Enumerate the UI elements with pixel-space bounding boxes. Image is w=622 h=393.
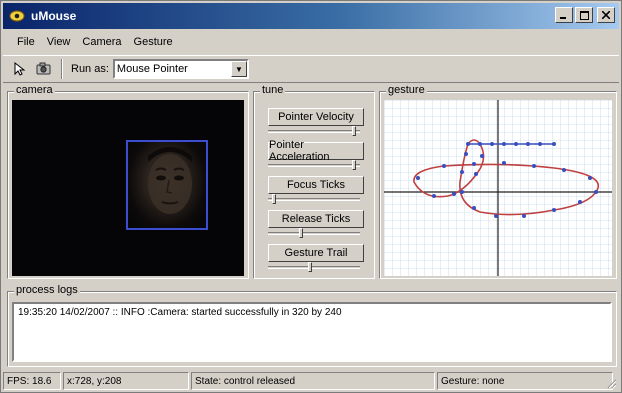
gesture-group: gesture bbox=[379, 84, 617, 279]
camera-group: camera bbox=[7, 84, 249, 279]
release-ticks-track bbox=[268, 232, 360, 235]
release-ticks-control: Release Ticks bbox=[260, 210, 370, 242]
gesture-plot bbox=[384, 100, 612, 276]
gesture-trail-control: Gesture Trail bbox=[260, 244, 370, 276]
release-ticks-label: Release Ticks bbox=[281, 213, 351, 225]
close-button[interactable] bbox=[597, 7, 615, 23]
pointer-velocity-control: Pointer Velocity bbox=[260, 108, 370, 140]
camera-tool-button[interactable] bbox=[33, 58, 55, 80]
menu-gesture[interactable]: Gesture bbox=[128, 34, 179, 50]
focus-ticks-control: Focus Ticks bbox=[260, 176, 370, 208]
pointer-acceleration-control: Pointer Acceleration bbox=[260, 139, 370, 174]
focus-ticks-label: Focus Ticks bbox=[286, 179, 346, 191]
run-as-select[interactable]: Mouse Pointer ▼ bbox=[112, 59, 249, 79]
release-ticks-thumb[interactable] bbox=[298, 228, 303, 238]
process-logs-group: process logs 19:35:20 14/02/2007 :: INFO… bbox=[7, 284, 617, 367]
pointer-tool-button[interactable] bbox=[9, 58, 31, 80]
toolbar: Run as: Mouse Pointer ▼ bbox=[3, 55, 619, 83]
title-bar[interactable]: uMouse bbox=[3, 3, 619, 29]
tune-group: tune Pointer Velocity Pointer Accelerati… bbox=[253, 84, 375, 279]
gesture-trail-track bbox=[268, 266, 360, 269]
coords-status: x:728, y:208 bbox=[63, 372, 189, 390]
fps-status: FPS: 18.6 bbox=[3, 372, 61, 390]
window-controls bbox=[555, 7, 615, 23]
gesture-trail-button[interactable]: Gesture Trail bbox=[268, 244, 364, 262]
face-image bbox=[148, 147, 192, 214]
window-title: uMouse bbox=[31, 9, 77, 23]
resize-grip-icon[interactable] bbox=[605, 377, 617, 389]
app-window: uMouse File View Camera Gesture Run as: … bbox=[0, 0, 622, 393]
toolbar-separator bbox=[61, 59, 63, 79]
pointer-acceleration-button[interactable]: Pointer Acceleration bbox=[268, 139, 364, 163]
face-tracking-box bbox=[126, 140, 208, 230]
focus-ticks-button[interactable]: Focus Ticks bbox=[268, 176, 364, 194]
tune-group-label: tune bbox=[260, 84, 286, 96]
maximize-button[interactable] bbox=[575, 7, 593, 23]
log-entry: 19:35:20 14/02/2007 :: INFO :Camera: sta… bbox=[18, 307, 342, 318]
pointer-acceleration-thumb[interactable] bbox=[351, 160, 356, 170]
eye-icon bbox=[9, 9, 25, 23]
menu-bar: File View Camera Gesture bbox=[3, 31, 619, 53]
pointer-velocity-label: Pointer Velocity bbox=[278, 111, 354, 123]
menu-view[interactable]: View bbox=[41, 34, 77, 50]
process-logs-label: process logs bbox=[14, 284, 80, 296]
gesture-trail-label: Gesture Trail bbox=[284, 247, 348, 259]
log-textarea[interactable]: 19:35:20 14/02/2007 :: INFO :Camera: sta… bbox=[12, 302, 612, 362]
state-status: State: control released bbox=[191, 372, 435, 390]
focus-ticks-track bbox=[268, 198, 360, 201]
pointer-acceleration-track bbox=[268, 164, 360, 167]
camera-view bbox=[12, 100, 244, 276]
pointer-velocity-thumb[interactable] bbox=[351, 126, 356, 136]
gesture-status: Gesture: none bbox=[437, 372, 613, 390]
pointer-velocity-button[interactable]: Pointer Velocity bbox=[268, 108, 364, 126]
run-as-value: Mouse Pointer bbox=[116, 63, 188, 75]
minimize-button[interactable] bbox=[555, 7, 573, 23]
release-ticks-button[interactable]: Release Ticks bbox=[268, 210, 364, 228]
focus-ticks-thumb[interactable] bbox=[272, 194, 277, 204]
camera-icon bbox=[36, 62, 51, 75]
pointer-velocity-track bbox=[268, 130, 360, 133]
cursor-icon bbox=[14, 61, 26, 76]
gesture-canvas bbox=[384, 100, 612, 276]
menu-camera[interactable]: Camera bbox=[76, 34, 127, 50]
run-as-label: Run as: bbox=[71, 63, 109, 75]
status-bar: FPS: 18.6 x:728, y:208 State: control re… bbox=[3, 371, 619, 391]
menu-file[interactable]: File bbox=[11, 34, 41, 50]
gesture-trail-thumb[interactable] bbox=[307, 262, 312, 272]
pointer-acceleration-label: Pointer Acceleration bbox=[269, 139, 330, 163]
camera-group-label: camera bbox=[14, 84, 55, 96]
gesture-group-label: gesture bbox=[386, 84, 427, 96]
chevron-down-icon[interactable]: ▼ bbox=[230, 61, 247, 77]
